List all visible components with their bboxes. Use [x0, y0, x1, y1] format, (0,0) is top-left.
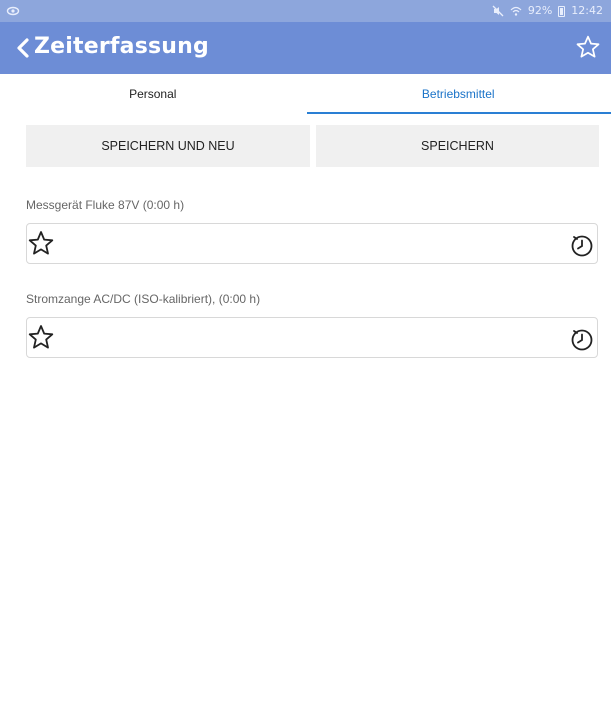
mute-icon	[492, 5, 504, 17]
star-outline-icon[interactable]	[27, 323, 55, 351]
eye-icon	[6, 6, 20, 16]
item-label: Messgerät Fluke 87V (0:00 h)	[26, 198, 185, 212]
status-time: 12:42	[571, 4, 603, 17]
list-item	[26, 223, 598, 264]
save-and-new-button[interactable]: SPEICHERN UND NEU	[26, 125, 310, 167]
save-button[interactable]: SPEICHERN	[316, 125, 599, 167]
list-item	[26, 317, 598, 358]
back-button[interactable]	[10, 35, 36, 61]
app-bar: Zeiterfassung	[0, 22, 611, 74]
status-bar: 92% 12:42	[0, 0, 611, 22]
battery-icon	[558, 5, 566, 17]
battery-percent: 92%	[527, 4, 553, 17]
item-label: Stromzange AC/DC (ISO-kalibriert), (0:00…	[26, 292, 261, 306]
status-icons: 92% 12:42	[492, 4, 603, 18]
tab-bar: Personal Betriebsmittel	[0, 74, 611, 114]
tab-betriebsmittel[interactable]: Betriebsmittel	[306, 74, 611, 114]
chevron-left-icon	[17, 38, 29, 58]
page-title: Zeiterfassung	[34, 34, 209, 59]
star-outline-icon[interactable]	[575, 34, 601, 60]
tab-personal[interactable]: Personal	[0, 74, 306, 114]
wifi-icon	[510, 6, 522, 16]
star-outline-icon[interactable]	[27, 229, 55, 257]
clock-icon[interactable]	[569, 233, 595, 259]
clock-icon[interactable]	[569, 327, 595, 353]
